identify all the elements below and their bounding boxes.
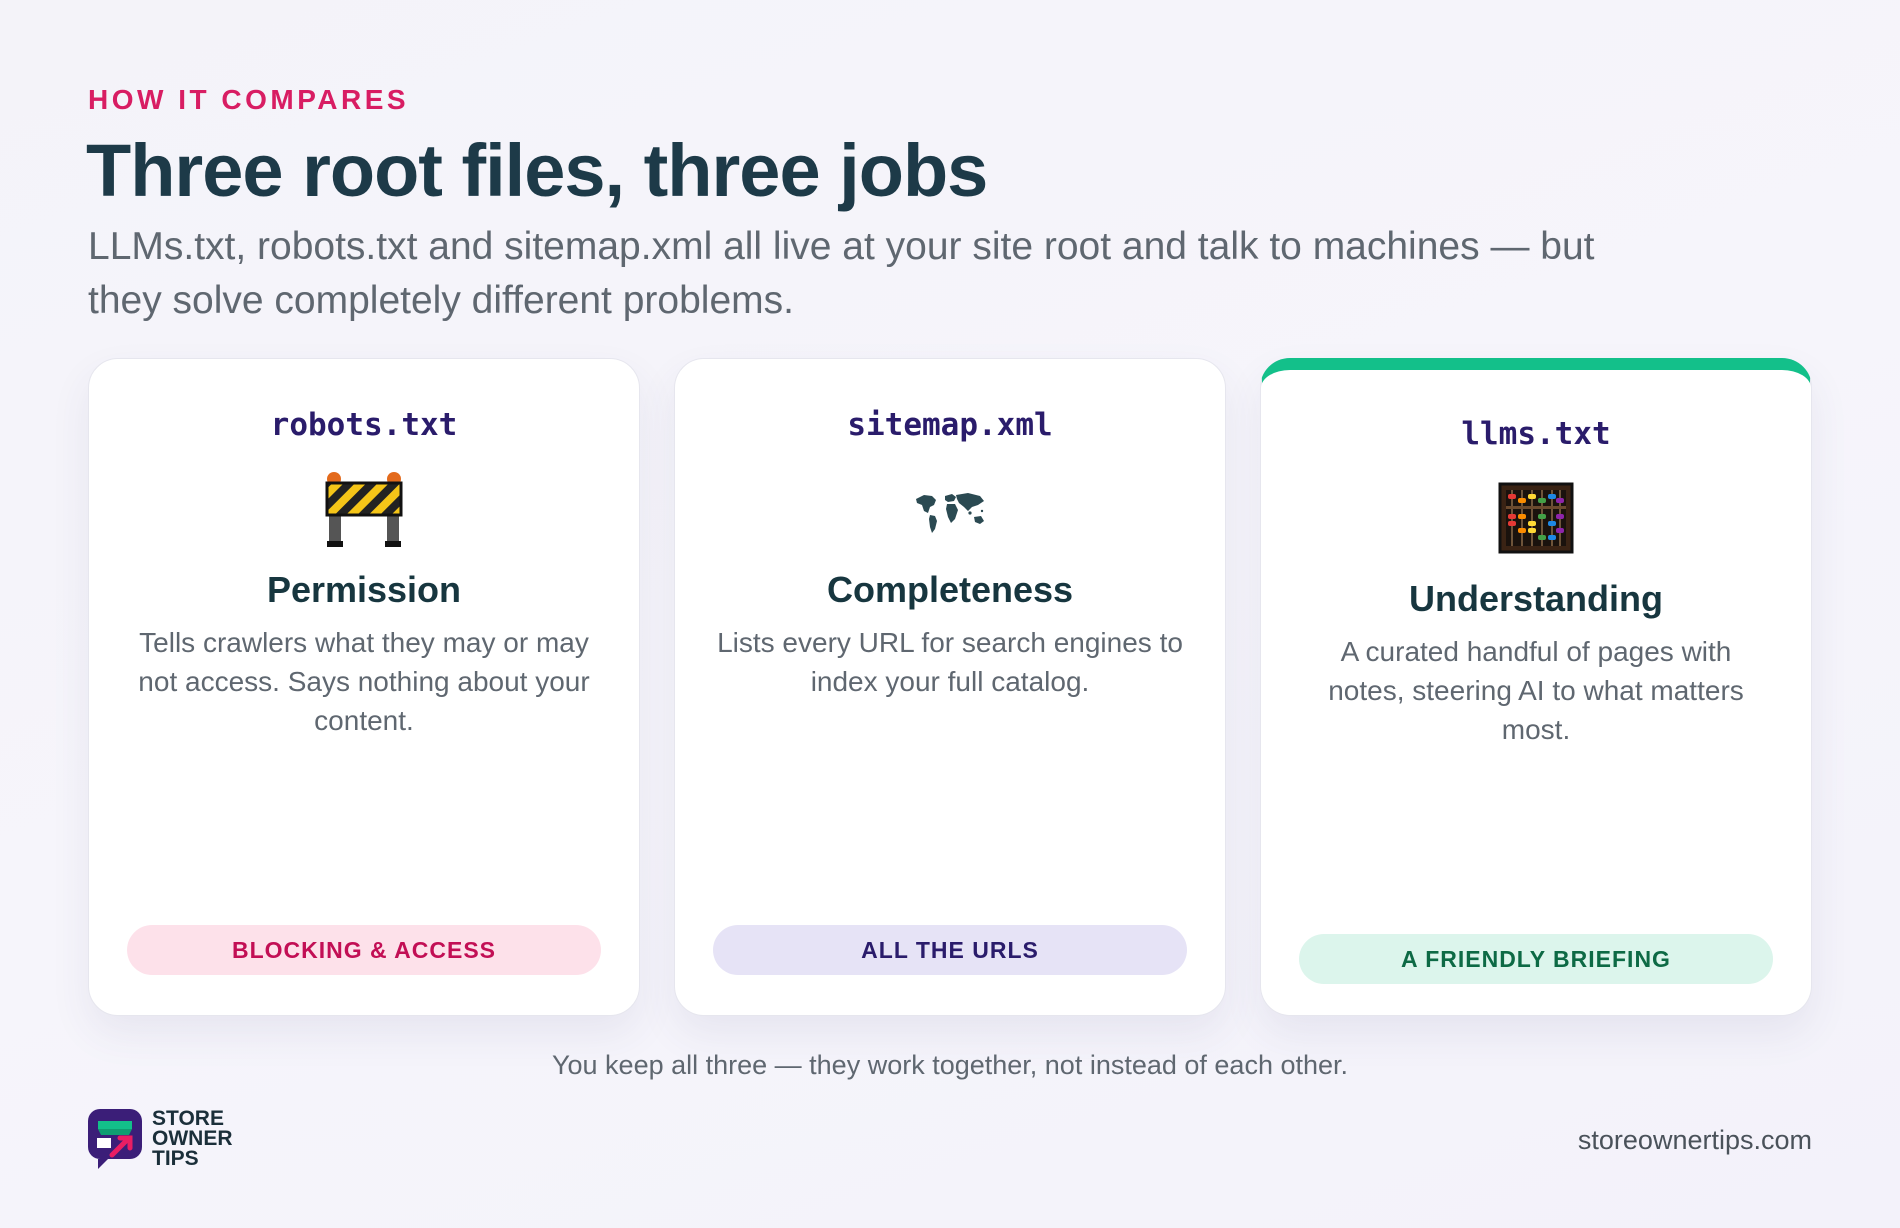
- brand-word-store: STORE: [152, 1107, 224, 1130]
- card-filename: robots.txt: [270, 407, 458, 443]
- card-title: Completeness: [826, 569, 1074, 610]
- card-robots: robots.txt Permission Tells crawlers wha…: [88, 358, 640, 1016]
- card-description: Tells crawlers what they may or may not …: [138, 627, 590, 736]
- card-title: Permission: [266, 569, 462, 610]
- card-sitemap: sitemap.xml Completeness Lists every URL…: [674, 358, 1226, 1016]
- eyebrow-label: HOW IT COMPARES: [88, 84, 410, 115]
- brand-word-owner: OWNER: [152, 1127, 233, 1150]
- abacus-icon: [1498, 482, 1574, 554]
- card-description: Lists every URL for search engines to in…: [717, 627, 1183, 697]
- construction-barrier-icon: [325, 472, 403, 547]
- card-description: A curated handful of pages with notes, s…: [1328, 636, 1744, 745]
- page-subtitle: LLMs.txt, robots.txt and sitemap.xml all…: [88, 225, 1595, 322]
- footer-note: You keep all three — they work together,…: [551, 1050, 1349, 1080]
- card-tag-pill: BLOCKING & ACCESS: [127, 925, 601, 975]
- card-llms: llms.txt Understanding A curated handful…: [1260, 358, 1812, 1016]
- world-map-icon: [916, 493, 984, 533]
- card-title: Understanding: [1408, 578, 1663, 619]
- site-url-link[interactable]: storeownertips.com: [1578, 1125, 1812, 1156]
- page-title: Three root files, three jobs: [86, 129, 988, 212]
- card-tag-pill: A FRIENDLY BRIEFING: [1299, 934, 1773, 984]
- card-filename: sitemap.xml: [847, 407, 1053, 443]
- brand-wordmark: STORE OWNER TIPS: [152, 1107, 233, 1170]
- brand-word-tips: TIPS: [152, 1147, 199, 1170]
- brand-logo[interactable]: STORE OWNER TIPS: [88, 1108, 233, 1170]
- card-tag-pill: ALL THE URLS: [713, 925, 1187, 975]
- card-filename: llms.txt: [1461, 416, 1611, 452]
- storefront-logo-icon: [88, 1109, 142, 1169]
- comparison-cards: robots.txt Permission Tells crawlers wha…: [88, 358, 1812, 1016]
